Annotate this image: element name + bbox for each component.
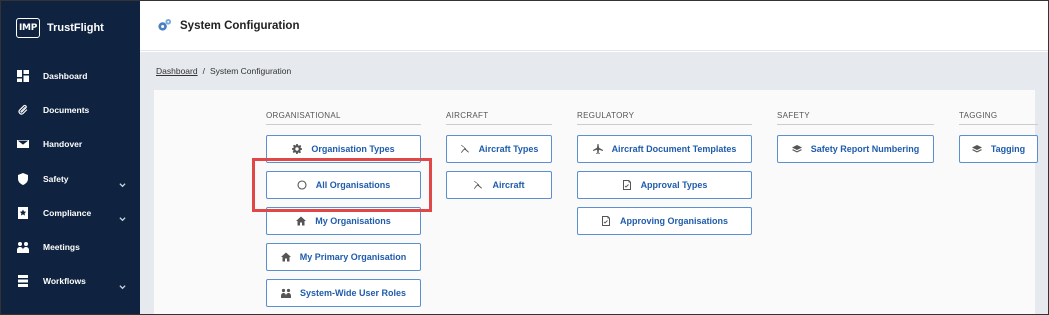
sidebar-item-handover[interactable]: Handover [1, 127, 140, 161]
button-label: All Organisations [315, 180, 391, 190]
gear-icon [292, 144, 303, 154]
sidebar-item-safety[interactable]: Safety [1, 162, 140, 196]
badge-icon [17, 206, 29, 219]
sidebar-item-label: Dashboard [43, 71, 88, 82]
document-check-icon [622, 180, 632, 190]
home-icon [280, 252, 291, 262]
button-label: Organisation Types [311, 144, 395, 154]
plane-icon [592, 144, 603, 154]
button-label: Aircraft Document Templates [611, 144, 737, 154]
sidebar-item-label: Compliance [43, 207, 92, 218]
section-title-organisational: ORGANISATIONAL [266, 111, 421, 125]
button-label: System-Wide User Roles [300, 288, 406, 298]
breadcrumb-current: System Configuration [209, 66, 292, 76]
chevron-down-icon[interactable] [119, 209, 126, 222]
button-label: Safety Report Numbering [810, 144, 920, 154]
tagging-button[interactable]: Tagging [959, 135, 1038, 163]
sidebar-item-label: Safety [43, 173, 69, 184]
circle-icon [297, 180, 307, 190]
brand-name: TrustFlight [47, 22, 104, 34]
safety-report-numbering-button[interactable]: Safety Report Numbering [777, 135, 934, 163]
aircraft-types-button[interactable]: Aircraft Types [446, 135, 552, 163]
button-label: Aircraft Types [478, 144, 539, 154]
settings-icon [158, 18, 172, 31]
aircraft-document-templates-button[interactable]: Aircraft Document Templates [577, 135, 752, 163]
section-title-regulatory: REGULATORY [577, 111, 752, 125]
button-label: Aircraft [492, 180, 525, 190]
propeller-icon [473, 180, 483, 190]
shield-icon [17, 172, 29, 185]
breadcrumb-separator: / [202, 66, 205, 76]
section-title-aircraft: AIRCRAFT [446, 111, 552, 125]
propeller-icon [460, 144, 470, 154]
workflow-icon [17, 275, 29, 288]
aircraft-button[interactable]: Aircraft [446, 171, 552, 199]
document-check-icon [601, 216, 611, 226]
section-title-tagging: TAGGING [959, 111, 1038, 125]
sidebar-item-label: Handover [43, 139, 83, 150]
brand[interactable]: IMP TrustFlight [16, 18, 104, 38]
breadcrumb-link-dashboard[interactable]: Dashboard [156, 66, 198, 76]
sidebar-item-documents[interactable]: Documents [1, 93, 140, 127]
button-label: Approval Types [640, 180, 708, 190]
button-label: My Primary Organisation [299, 252, 407, 262]
sidebar-item-label: Documents [43, 105, 90, 116]
sidebar-item-workflows[interactable]: Workflows [1, 264, 140, 298]
chevron-down-icon[interactable] [119, 175, 126, 187]
brand-logo: IMP [16, 18, 40, 38]
envelope-icon [17, 138, 29, 150]
sidebar-item-label: Workflows [43, 276, 86, 287]
organisation-types-button[interactable]: Organisation Types [266, 135, 421, 163]
chevron-down-icon[interactable] [119, 278, 126, 290]
paperclip-icon [17, 104, 29, 116]
section-title-safety: SAFETY [777, 111, 934, 125]
layers-icon [791, 144, 802, 154]
home-icon [296, 216, 307, 226]
system-wide-user-roles-button[interactable]: System-Wide User Roles [266, 279, 421, 307]
all-organisations-button[interactable]: All Organisations [266, 171, 421, 199]
button-label: Tagging [990, 144, 1026, 154]
my-organisations-button[interactable]: My Organisations [266, 207, 421, 235]
sidebar-item-dashboard[interactable]: Dashboard [1, 59, 140, 93]
sidebar-item-label: Meetings [43, 242, 80, 253]
sidebar-item-compliance[interactable]: Compliance [1, 196, 140, 230]
my-primary-organisation-button[interactable]: My Primary Organisation [266, 243, 421, 271]
page-title: System Configuration [180, 19, 300, 32]
approving-organisations-button[interactable]: Approving Organisations [577, 207, 752, 235]
button-label: Approving Organisations [619, 216, 728, 226]
app-window: IMP TrustFlight Dashboard Documents Hand… [0, 0, 1049, 315]
sidebar-nav: Dashboard Documents Handover Safety Comp… [1, 59, 140, 298]
button-label: My Organisations [315, 216, 391, 226]
users-icon [281, 288, 292, 298]
users-icon [17, 241, 29, 254]
layers-icon [971, 144, 982, 154]
sidebar: IMP TrustFlight Dashboard Documents Hand… [1, 1, 140, 314]
sidebar-item-meetings[interactable]: Meetings [1, 230, 140, 264]
breadcrumb: Dashboard / System Configuration [140, 52, 1048, 90]
dashboard-icon [17, 70, 29, 83]
approval-types-button[interactable]: Approval Types [577, 171, 752, 199]
page-header: System Configuration [140, 1, 1048, 51]
